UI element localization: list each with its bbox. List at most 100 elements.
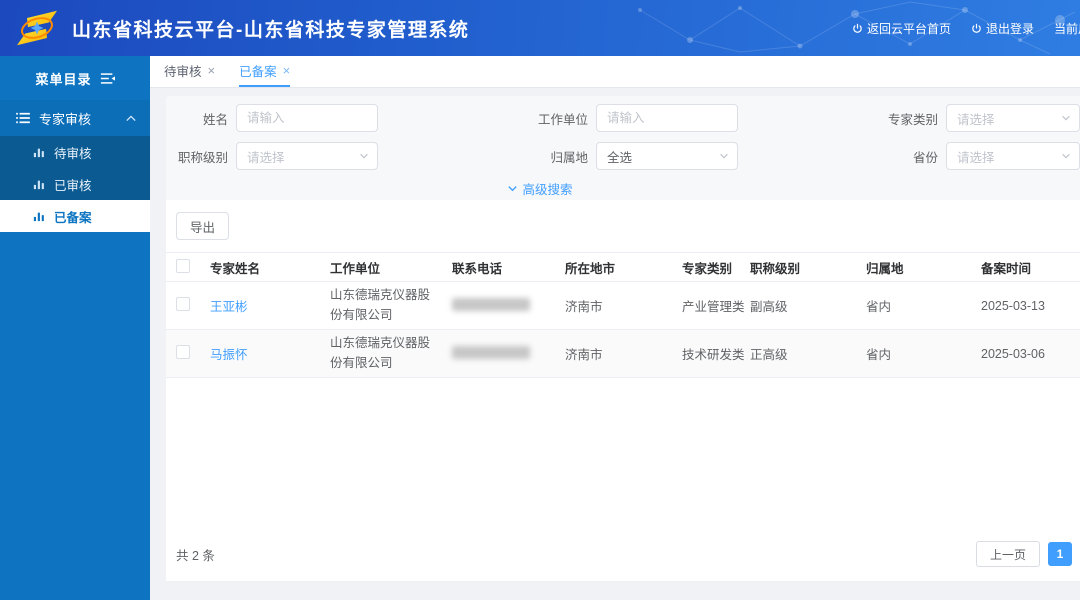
sidebar-item-label: 已备案 [54,207,92,226]
total-count-label: 共 2 条 [176,545,215,564]
chevron-down-icon [1061,113,1071,123]
title-level-field-label: 职称级别 [174,147,228,166]
title-level-cell: 正高级 [750,344,866,363]
bar-chart-icon [33,178,45,190]
column-header: 工作单位 [330,258,452,277]
title-level-select[interactable]: 请选择 [236,142,378,170]
return-home-label: 返回云平台首页 [867,20,951,37]
title-level-placeholder: 请选择 [247,147,285,166]
filing-date-cell: 2025-03-13 [981,299,1080,313]
chevron-up-icon [126,115,136,122]
platform-logo-icon [14,8,60,48]
sidebar: 菜单目录 专家审核 待审核 已审核 已备案 [0,56,150,600]
prev-page-button[interactable]: 上一页 [976,541,1040,567]
field-work-unit: 工作单位 [534,104,738,132]
region-select-value: 全选 [607,147,632,166]
expert-category-placeholder: 请选择 [957,109,995,128]
sidebar-group-expert-review[interactable]: 专家审核 [0,100,150,136]
pagination: 上一页 1 [976,541,1072,567]
close-icon[interactable]: × [283,64,291,77]
province-placeholder: 请选择 [957,147,995,166]
chevron-down-icon [719,151,729,161]
work-unit-field-label: 工作单位 [534,109,588,128]
app-header: 山东省科技云平台-山东省科技专家管理系统 返回云平台首页 退出登录 当前用户：山… [0,0,1080,56]
bar-chart-icon [33,146,45,158]
logout-label: 退出登录 [986,20,1034,37]
menu-directory-label: 菜单目录 [35,69,91,88]
row-checkbox[interactable] [176,297,190,311]
sidebar-item-filed[interactable]: 已备案 [0,200,150,232]
logout-link[interactable]: 退出登录 [971,20,1034,37]
column-header: 所在地市 [565,258,682,277]
sidebar-submenu: 待审核 已审核 已备案 [0,136,150,232]
tab-label: 待审核 [164,61,202,80]
field-expert-category: 专家类别 请选择 [884,104,1080,132]
field-region: 归属地 全选 [534,142,738,170]
title-level-cell: 副高级 [750,296,866,315]
city-cell: 济南市 [565,296,682,315]
bar-chart-icon [33,210,45,222]
page-number-button[interactable]: 1 [1048,542,1072,566]
province-select[interactable]: 请选择 [946,142,1080,170]
filing-date-cell: 2025-03-06 [981,347,1080,361]
page-title: 山东省科技云平台-山东省科技专家管理系统 [72,15,469,42]
redacted-phone [452,346,530,359]
table-header-row: 专家姓名 工作单位 联系电话 所在地市 专家类别 职称级别 归属地 备案时间 [166,252,1080,282]
hamburger-collapse-icon [100,72,115,85]
name-input[interactable] [236,104,378,132]
expert-category-select[interactable]: 请选择 [946,104,1080,132]
column-header: 专家类别 [682,258,750,277]
return-home-link[interactable]: 返回云平台首页 [852,20,951,37]
work-unit-cell: 山东德瑞克仪器股份有限公司 [330,286,452,325]
chevron-down-icon [507,183,518,194]
column-header: 联系电话 [452,258,565,277]
advanced-search-label: 高级搜索 [522,179,572,198]
field-title-level: 职称级别 请选择 [174,142,378,170]
table-footer: 共 2 条 上一页 1 [176,541,1072,567]
expert-name-link[interactable]: 王亚彬 [210,296,330,315]
tab-bar: 待审核 × 已备案 × [150,56,1080,88]
power-icon [852,23,863,34]
category-cell: 技术研发类 [682,344,750,363]
tab-filed[interactable]: 已备案 × [239,56,290,87]
search-form: 姓名 工作单位 专家类别 请选择 职称级别 请选择 [166,96,1080,200]
main-content: 待审核 × 已备案 × 姓名 工作单位 专家类别 请选择 [150,56,1080,600]
row-checkbox[interactable] [176,345,190,359]
work-unit-cell: 山东德瑞克仪器股份有限公司 [330,334,452,373]
region-select[interactable]: 全选 [596,142,738,170]
category-cell: 产业管理类 [682,296,750,315]
content-panel: 姓名 工作单位 专家类别 请选择 职称级别 请选择 [166,96,1080,581]
sidebar-item-label: 已审核 [54,175,92,194]
advanced-search-link[interactable]: 高级搜索 [166,179,914,198]
field-province: 省份 请选择 [884,142,1080,170]
experts-table: 专家姓名 工作单位 联系电话 所在地市 专家类别 职称级别 归属地 备案时间 王… [166,252,1080,378]
expert-name-link[interactable]: 马振怀 [210,344,330,363]
sidebar-group-label: 专家审核 [39,109,91,128]
export-button[interactable]: 导出 [176,212,229,240]
sidebar-item-reviewed[interactable]: 已审核 [0,168,150,200]
expert-category-field-label: 专家类别 [884,109,938,128]
close-icon[interactable]: × [208,64,216,77]
column-header: 职称级别 [750,258,866,277]
column-header: 归属地 [866,258,981,277]
redacted-phone [452,298,530,311]
current-user-label: 当前用户：山东 [1054,20,1080,37]
work-unit-input[interactable] [596,104,738,132]
header-links: 返回云平台首页 退出登录 当前用户：山东 [852,0,1080,56]
menu-directory-toggle[interactable]: 菜单目录 [0,56,150,100]
select-all-checkbox[interactable] [176,259,190,273]
table-row: 王亚彬 山东德瑞克仪器股份有限公司 济南市 产业管理类 副高级 省内 2025-… [166,282,1080,330]
region-cell: 省内 [866,296,981,315]
power-icon [971,23,982,34]
chevron-down-icon [1061,151,1071,161]
sidebar-item-pending-review[interactable]: 待审核 [0,136,150,168]
column-header: 专家姓名 [210,258,330,277]
tab-pending-review[interactable]: 待审核 × [164,56,215,87]
city-cell: 济南市 [565,344,682,363]
list-icon [16,112,30,124]
region-cell: 省内 [866,344,981,363]
region-field-label: 归属地 [534,147,588,166]
column-header: 备案时间 [981,258,1080,277]
table-row: 马振怀 山东德瑞克仪器股份有限公司 济南市 技术研发类 正高级 省内 2025-… [166,330,1080,378]
tab-label: 已备案 [239,61,277,80]
